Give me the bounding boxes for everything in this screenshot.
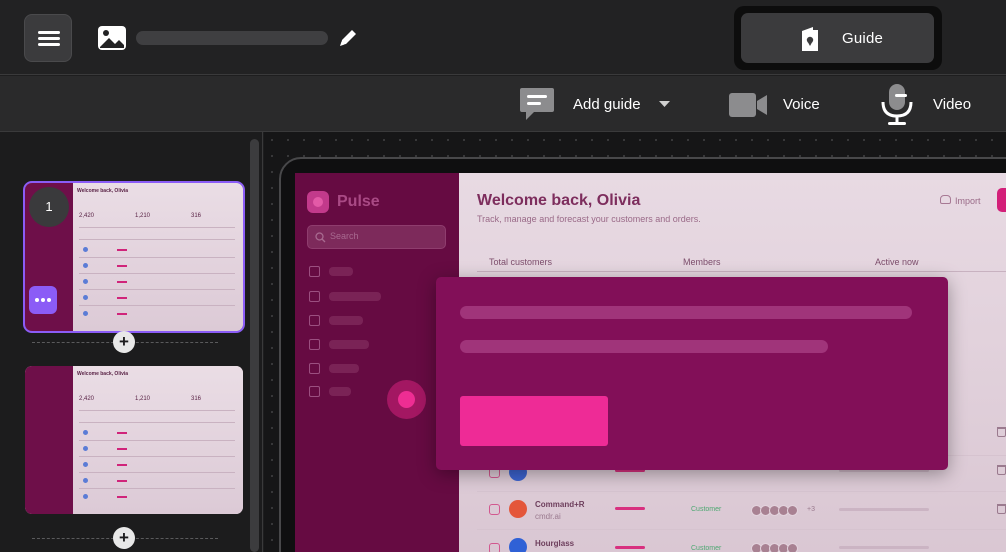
column-header: Members [683, 257, 721, 267]
cloud-upload-icon [940, 195, 951, 204]
add-step-button[interactable]: + [113, 527, 135, 549]
status-badge: Customer [691, 545, 722, 552]
home-icon [309, 266, 320, 277]
tooltip-cta-button[interactable] [460, 396, 608, 446]
column-header: Active now [875, 257, 919, 267]
video-camera-icon [729, 93, 767, 117]
step-number-badge: 1 [29, 187, 69, 227]
step-stat: 2,420 [79, 396, 95, 402]
avatar-group [751, 541, 798, 552]
toolbar: Add guide Voice Video [0, 76, 1006, 132]
company-name: Command+R [535, 500, 585, 509]
step-stat: 316 [191, 396, 202, 402]
preview-subtitle: Track, manage and forecast your customer… [477, 214, 701, 224]
guide-title-field[interactable] [136, 31, 328, 45]
step-thumbnail-title: Welcome back, Olivia [77, 371, 129, 377]
tooltip-body-placeholder[interactable] [460, 340, 828, 353]
row-checkbox [489, 543, 500, 552]
image-icon [98, 26, 126, 50]
plus-icon: + [119, 528, 129, 547]
map-pin-icon [802, 27, 818, 51]
voice-button[interactable]: Voice [728, 76, 828, 132]
users-icon [309, 386, 320, 397]
video-label: Video [933, 96, 972, 113]
preview-title: Welcome back, Olivia [477, 192, 641, 209]
pencil-icon[interactable] [337, 27, 359, 49]
preview-primary-button [997, 188, 1006, 212]
video-button[interactable]: Video [880, 76, 980, 132]
chart-icon [309, 291, 320, 302]
top-bar: Guide [0, 0, 1006, 75]
plus-icon: + [119, 332, 129, 351]
app-logo [307, 191, 329, 213]
preview-search-input: Search [307, 225, 446, 249]
guide-tooltip-card[interactable] [436, 277, 948, 470]
row-checkbox [489, 504, 500, 515]
menu-button[interactable] [24, 14, 72, 62]
search-icon [315, 232, 326, 243]
company-name: Hourglass [535, 539, 575, 548]
company-logo [509, 500, 527, 518]
add-step-button[interactable]: + [113, 331, 135, 353]
flag-icon [309, 363, 320, 374]
chat-bubble-icon [520, 88, 554, 120]
add-guide-label: Add guide [573, 96, 641, 113]
company-logo [509, 538, 527, 552]
avatar-group [751, 503, 798, 516]
guide-button[interactable]: Guide [741, 13, 934, 63]
voice-label: Voice [783, 96, 820, 113]
app-name: Pulse [337, 193, 380, 210]
menu-icon [38, 31, 60, 34]
layers-icon [309, 315, 320, 326]
preview-sidebar: Pulse Search [295, 173, 459, 552]
microphone-icon [881, 84, 913, 125]
trash-icon [997, 504, 1006, 514]
check-square-icon [309, 339, 320, 350]
more-dots-icon [35, 298, 39, 302]
tooltip-title-placeholder[interactable] [460, 306, 912, 319]
preview-import-label: Import [955, 196, 981, 206]
add-guide-button[interactable]: Add guide [518, 76, 678, 132]
step-stat: 1,210 [135, 396, 151, 402]
trash-icon [997, 465, 1006, 475]
table-row [477, 529, 1006, 530]
step-stat: 2,420 [79, 213, 95, 219]
step-stat: 1,210 [135, 213, 151, 219]
sidebar-scrollbar[interactable] [250, 139, 259, 552]
company-site: cmdr.ai [535, 512, 561, 521]
status-badge: Customer [691, 506, 722, 513]
trash-icon [997, 427, 1006, 437]
step-more-button[interactable] [29, 286, 57, 314]
guide-hotspot-dot[interactable] [398, 391, 415, 408]
column-header: Total customers [489, 257, 553, 267]
guide-label: Guide [842, 30, 884, 47]
preview-search-placeholder: Search [330, 231, 359, 241]
table-row [477, 491, 1006, 492]
avatar-overflow-count: +3 [807, 506, 815, 513]
step-thumbnail-title: Welcome back, Olivia [77, 188, 129, 194]
step-stat: 316 [191, 213, 202, 219]
step-thumbnail-2[interactable]: Welcome back, Olivia 2,420 1,210 316 [25, 366, 243, 514]
chevron-down-icon[interactable] [659, 101, 670, 108]
